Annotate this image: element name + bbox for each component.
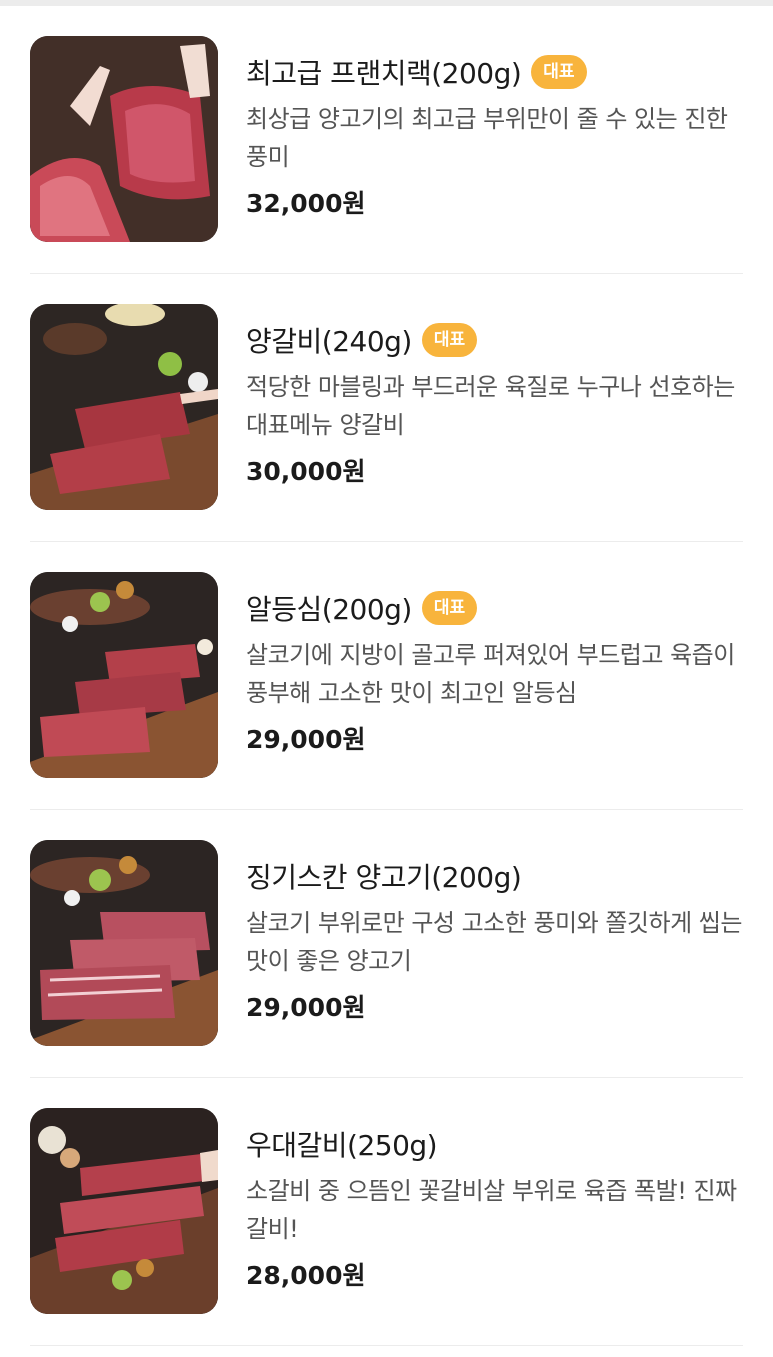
title-row: 징기스칸 양고기(200g) <box>246 856 743 896</box>
lamb-rack-photo <box>30 36 218 242</box>
item-title: 우대갈비(250g) <box>246 1129 438 1162</box>
title-row: 최고급 프랜치랙(200g) 대표 <box>246 52 743 92</box>
item-price: 28,000원 <box>246 1261 366 1290</box>
item-description: 소갈비 중 으뜸인 꽃갈비살 부위로 육즙 폭발! 진짜갈비! <box>246 1177 737 1243</box>
featured-badge: 대표 <box>531 55 587 89</box>
menu-item[interactable]: 최고급 프랜치랙(200g) 대표 최상급 양고기의 최고급 부위만이 줄 수 … <box>30 6 743 274</box>
item-info: 양갈비(240g) 대표 적당한 마블링과 부드러운 육질로 누구나 선호하는 … <box>246 320 743 488</box>
item-description: 최상급 양고기의 최고급 부위만이 줄 수 있는 진한 풍미 <box>246 105 728 171</box>
item-info: 우대갈비(250g) 소갈비 중 으뜸인 꽃갈비살 부위로 육즙 폭발! 진짜갈… <box>246 1124 743 1292</box>
menu-list: 최고급 프랜치랙(200g) 대표 최상급 양고기의 최고급 부위만이 줄 수 … <box>0 6 773 1346</box>
lamb-slices-photo <box>30 840 218 1046</box>
item-info: 알등심(200g) 대표 살코기에 지방이 골고루 퍼져있어 부드럽고 육즙이 … <box>246 588 743 756</box>
menu-item[interactable]: 양갈비(240g) 대표 적당한 마블링과 부드러운 육질로 누구나 선호하는 … <box>30 274 743 542</box>
title-row: 알등심(200g) 대표 <box>246 588 743 628</box>
menu-item[interactable]: 우대갈비(250g) 소갈비 중 으뜸인 꽃갈비살 부위로 육즙 폭발! 진짜갈… <box>30 1078 743 1346</box>
beef-short-rib-photo <box>30 1108 218 1314</box>
featured-badge: 대표 <box>421 323 478 357</box>
item-description: 살코기 부위로만 구성 고소한 풍미와 쫄깃하게 씹는 맛이 좋은 양고기 <box>246 909 742 975</box>
item-description: 적당한 마블링과 부드러운 육질로 누구나 선호하는 대표메뉴 양갈비 <box>246 373 735 439</box>
lamb-loin-photo <box>30 572 218 778</box>
lamb-rib-photo <box>30 304 218 510</box>
menu-item[interactable]: 징기스칸 양고기(200g) 살코기 부위로만 구성 고소한 풍미와 쫄깃하게 … <box>30 810 743 1078</box>
item-info: 최고급 프랜치랙(200g) 대표 최상급 양고기의 최고급 부위만이 줄 수 … <box>246 52 743 220</box>
title-row: 우대갈비(250g) <box>246 1124 743 1164</box>
title-row: 양갈비(240g) 대표 <box>246 320 743 360</box>
item-info: 징기스칸 양고기(200g) 살코기 부위로만 구성 고소한 풍미와 쫄깃하게 … <box>246 856 743 1024</box>
item-price: 29,000원 <box>246 993 366 1022</box>
item-title: 징기스칸 양고기(200g) <box>246 861 522 894</box>
featured-badge: 대표 <box>421 591 478 625</box>
item-description: 살코기에 지방이 골고루 퍼져있어 부드럽고 육즙이 풍부해 고소한 맛이 최고… <box>246 641 735 707</box>
item-title: 알등심(200g) <box>246 593 412 626</box>
item-price: 32,000원 <box>246 189 366 218</box>
menu-item[interactable]: 알등심(200g) 대표 살코기에 지방이 골고루 퍼져있어 부드럽고 육즙이 … <box>30 542 743 810</box>
item-price: 30,000원 <box>246 457 366 486</box>
item-price: 29,000원 <box>246 725 366 754</box>
item-title: 양갈비(240g) <box>246 325 412 358</box>
item-title: 최고급 프랜치랙(200g) <box>246 57 522 90</box>
